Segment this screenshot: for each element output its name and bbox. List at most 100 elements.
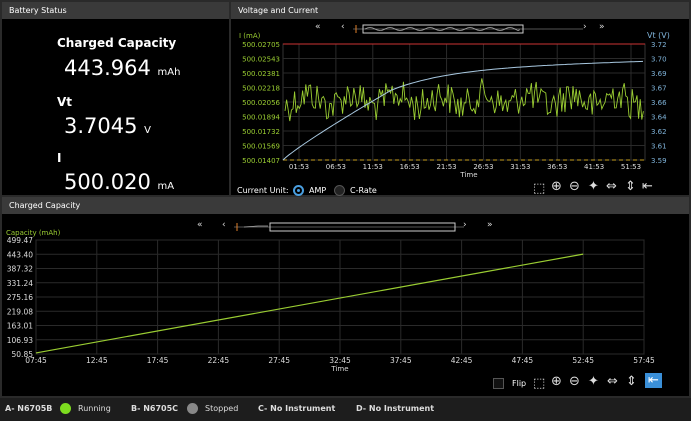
cc-y-tick-label: 499.47 [7,236,33,245]
vc-left-tick-label: 500.01569 [242,143,280,151]
i-readout: 500.020 mA [64,170,174,194]
i-label: I [57,151,62,165]
cc-fit-all-icon[interactable]: ✦ [588,374,599,389]
vc-x-tick-label: 26:53 [473,163,493,171]
fit-vertical-icon[interactable]: ⇕ [625,179,636,194]
amp-radio[interactable] [293,185,304,196]
vc-left-tick-label: 500.02056 [242,99,280,107]
cc-x-axis-title: Time [330,365,348,373]
instrument-a-label: A- N6705B [5,404,53,413]
charged-capacity-chart[interactable]: 499.47 443.40 387.32 331.24 275.16 219.08 163.… [2,197,689,396]
vt-readout: 3.7045 V [64,114,151,138]
instrument-b-label: B- N6705C [131,404,179,413]
cc-y-tick-label: 275.16 [7,293,33,302]
vc-left-tick-label: 500.01732 [242,128,280,136]
vc-x-tick-label: 01:53 [289,163,309,171]
vc-right-tick-label: 3.61 [651,143,667,151]
charged-capacity-value: 443.964 [64,56,151,80]
cc-y-tick-label: 106.93 [7,336,33,345]
vt-value: 3.7045 [64,114,138,138]
charged-capacity-unit: mAh [157,67,181,78]
battery-status-title: Battery Status [2,2,229,19]
cc-x-tick-label: 17:45 [147,356,169,365]
vc-right-tick-label: 3.70 [651,56,667,64]
vc-right-tick-label: 3.59 [651,157,667,165]
fit-all-icon[interactable]: ✦ [588,179,599,194]
vc-x-tick-label: 21:53 [436,163,456,171]
instrument-c-label: C- No Instrument [258,404,336,413]
instrument-a-running-indicator [60,403,71,414]
cc-y-axis-title: Capacity (mAh) [6,229,61,237]
i-unit: mA [157,181,175,192]
vc-left-tick-label: 500.02381 [242,70,280,78]
instrument-a-state: Running [78,404,111,413]
cc-x-tick-label: 27:45 [268,356,290,365]
cc-x-tick-label: 07:45 [25,356,47,365]
current-unit-label: Current Unit: [237,186,289,195]
vc-right-tick-label: 3.66 [651,99,667,107]
zoom-in-icon[interactable]: ⊕ [551,179,562,194]
vc-left-tick-label: 500.01894 [242,114,280,122]
vc-left-tick-label: 500.02543 [242,56,280,64]
cc-x-tick-label: 57:45 [633,356,655,365]
vc-right-tick-label: 3.67 [651,85,667,93]
vc-x-tick-label: 36:53 [547,163,567,171]
crate-radio[interactable] [334,185,345,196]
zoom-out-icon[interactable]: ⊖ [569,179,580,194]
vc-x-tick-label: 31:53 [510,163,530,171]
cc-y-tick-label: 163.01 [7,322,33,331]
vc-left-tick-label: 500.01407 [242,157,280,165]
amp-radio-dot [297,189,300,192]
vc-x-tick-label: 11:53 [363,163,383,171]
cc-x-tick-label: 32:45 [329,356,351,365]
vc-left-tick-label: 500.02705 [242,41,280,49]
cc-fit-vertical-icon[interactable]: ⇕ [626,374,637,389]
current-series-line [284,78,644,122]
vc-x-axis-title: Time [459,171,477,179]
cc-zoom-in-icon[interactable]: ⊕ [551,374,562,389]
instrument-b-stopped-indicator [187,403,198,414]
scroll-mode-icon[interactable]: ⇤ [642,179,653,194]
cc-zoom-selection-icon[interactable]: ⬚ [533,376,545,391]
cc-y-tick-label: 443.40 [7,250,33,259]
vc-right-tick-label: 3.62 [651,128,667,136]
cc-y-tick-label: 387.32 [7,265,33,274]
vc-x-tick-label: 06:53 [326,163,346,171]
zoom-selection-icon[interactable]: ⬚ [533,181,545,196]
vt-label: Vt [57,95,73,109]
vc-x-tick-label: 16:53 [400,163,420,171]
vc-right-tick-label: 3.64 [651,114,667,122]
cc-fit-horizontal-icon[interactable]: ⇔ [607,374,618,389]
cc-x-tick-label: 12:45 [86,356,108,365]
cc-x-tick-label: 42:45 [451,356,473,365]
vc-right-tick-label: 3.69 [651,70,667,78]
cc-scroll-mode-icon[interactable]: ⇤ [645,373,662,388]
voltage-current-chart[interactable]: 500.02705 500.02543 500.02381 500.02218 500.… [231,2,689,195]
vc-right-tick-label: 3.72 [651,41,667,49]
vc-x-tick-label: 41:53 [584,163,604,171]
charged-capacity-readout: 443.964 mAh [64,56,180,80]
cc-zoom-out-icon[interactable]: ⊖ [569,374,580,389]
cc-y-tick-label: 331.24 [7,279,33,288]
cc-x-tick-label: 22:45 [208,356,230,365]
voltage-current-panel: Voltage and Current « ‹ › » 500.02705 500… [231,2,689,196]
charged-capacity-label: Charged Capacity [57,36,177,50]
cc-y-tick-label: 219.08 [7,307,33,316]
instrument-d-label: D- No Instrument [356,404,435,413]
vc-right-axis-title: Vt (V) [647,31,670,40]
flip-checkbox[interactable] [493,378,504,389]
charged-capacity-panel: Charged Capacity « ‹ › » 499.47 443.40 387… [2,197,689,396]
vc-left-tick-label: 500.02218 [242,85,280,93]
vt-unit: V [144,125,152,136]
cc-x-tick-label: 52:45 [572,356,594,365]
flip-label: Flip [512,379,527,388]
cc-x-tick-label: 47:45 [512,356,534,365]
i-value: 500.020 [64,170,151,194]
cc-x-tick-label: 37:45 [390,356,412,365]
fit-horizontal-icon[interactable]: ⇔ [606,179,617,194]
vc-left-axis-title: I (mA) [239,32,261,40]
crate-label: C-Rate [350,186,377,195]
instrument-status-bar: A- N6705B Running B- N6705C Stopped C- N… [0,398,691,421]
battery-status-panel: Battery Status Charged Capacity 443.964 … [2,2,229,195]
amp-label: AMP [309,186,327,195]
